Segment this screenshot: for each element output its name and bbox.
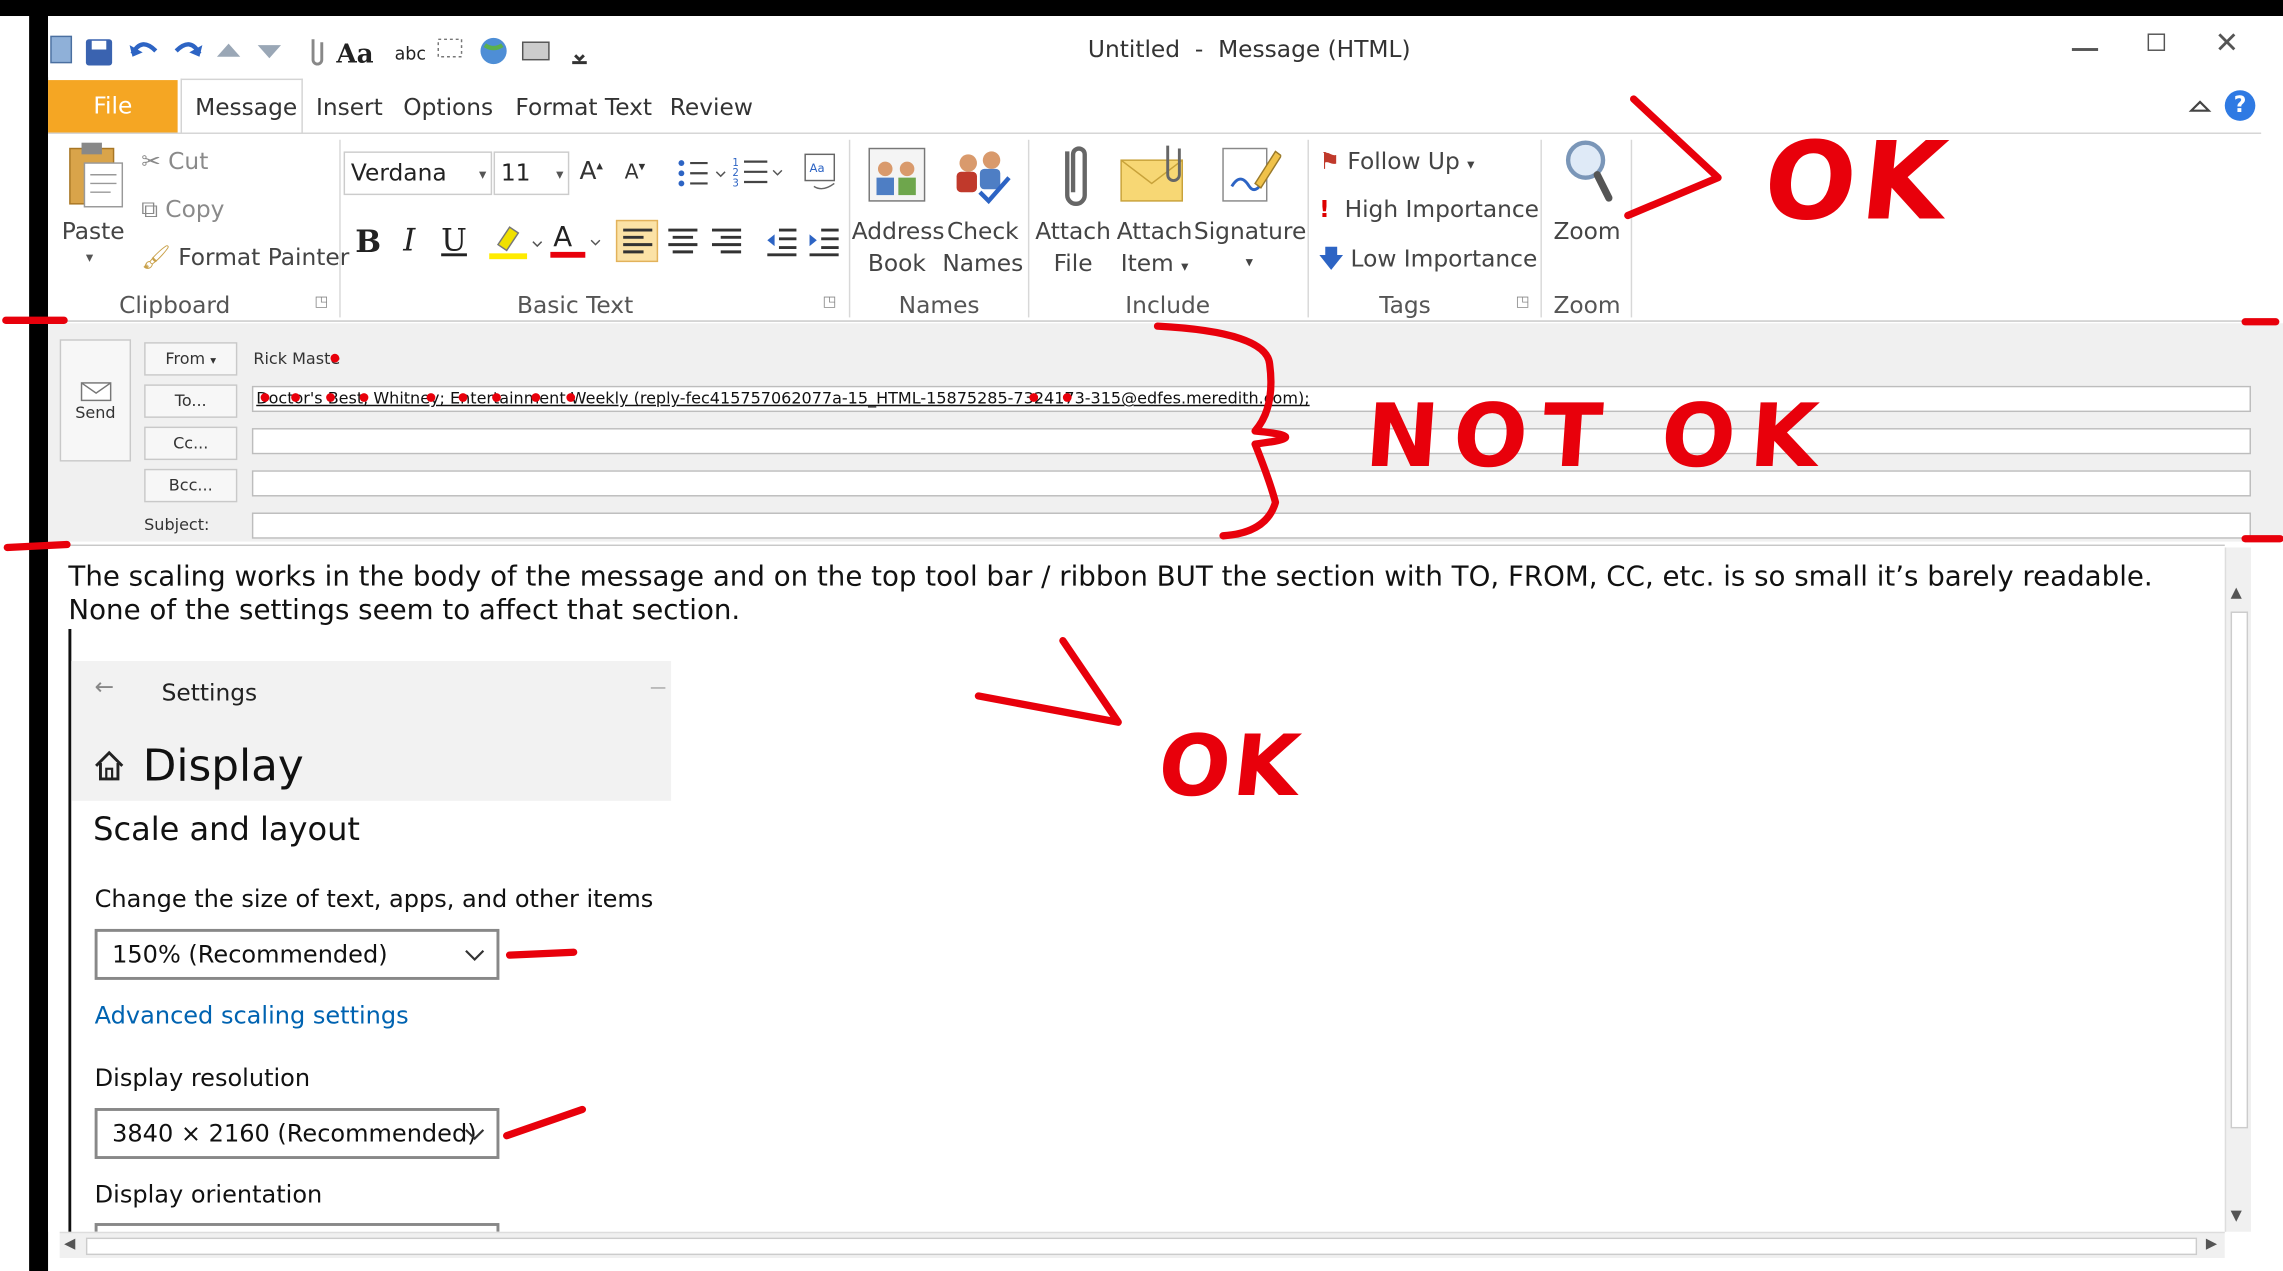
- annotation-ok-ribbon: OK: [1758, 119, 1958, 245]
- screenshot-stage: Aa abc Untitled - Message (HTML) ✕ File …: [0, 0, 2283, 1271]
- annotation-underline: [503, 1105, 587, 1140]
- annotation-ok-body: OK: [1153, 716, 1308, 816]
- annotation-underline: [505, 948, 578, 959]
- annotation-brace: [1153, 322, 1290, 540]
- annotation-arrow: [974, 636, 1122, 726]
- annotation-dots: [260, 353, 1072, 402]
- annotation-arrow: [1624, 95, 1722, 220]
- annotation-not-ok: NOT OK: [1362, 385, 1837, 488]
- annotation-dash: [3, 540, 71, 552]
